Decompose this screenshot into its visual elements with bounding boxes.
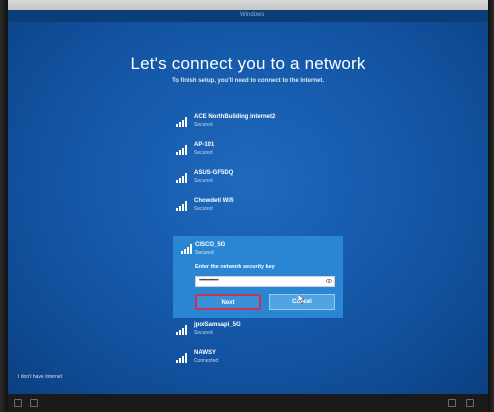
network-name: NAWSY (194, 350, 217, 356)
network-name: AP-101 (194, 142, 215, 148)
network-status: Connected (194, 358, 219, 364)
wifi-signal-icon (176, 353, 187, 363)
no-internet-link[interactable]: I don't have Internet (18, 374, 62, 380)
wifi-signal-icon (176, 325, 187, 335)
setup-screen: Windows Let's connect you to a network T… (8, 10, 488, 394)
network-name: ACE NorthBuilding internet2 (194, 114, 276, 120)
top-strip: Windows (8, 10, 488, 22)
page-subtitle: To finish setup, you'll need to connect … (172, 78, 324, 84)
network-item[interactable]: NAWSY Connected (168, 346, 368, 374)
wifi-signal-icon (176, 173, 187, 183)
network-name: jpoiSamsapi_5G (194, 322, 241, 328)
page-title: Let's connect you to a network (130, 54, 366, 73)
power-icon[interactable] (466, 399, 474, 407)
network-status: Secured (194, 330, 213, 336)
wifi-signal-icon (181, 244, 192, 254)
eye-icon[interactable] (326, 278, 332, 284)
selected-network-panel[interactable]: CISCO_5G Secured Enter the network secur… (173, 236, 343, 318)
monitor-bezel-left (0, 0, 8, 412)
security-key-input[interactable]: •••••••••••• (195, 276, 335, 287)
network-status: Secured (194, 206, 213, 212)
network-name: ASUS-GF5DQ (194, 170, 234, 176)
network-status: Secured (194, 178, 213, 184)
top-strip-label: Windows (240, 12, 265, 18)
wifi-signal-icon (176, 201, 187, 211)
network-tray-icon[interactable] (448, 399, 456, 407)
network-item[interactable]: jpoiSamsapi_5G Secured (168, 318, 368, 346)
wifi-signal-icon (176, 145, 187, 155)
network-status: Secured (194, 150, 213, 156)
monitor-bezel-right (488, 0, 494, 412)
network-status: Secured (194, 122, 213, 128)
security-key-value: •••••••••••• (199, 278, 219, 284)
network-name: Chowdeti Wifi (194, 198, 234, 204)
network-list: ACE NorthBuilding internet2 Secured AP-1… (168, 110, 368, 222)
network-item[interactable]: ASUS-GF5DQ Secured (168, 166, 368, 194)
next-button[interactable]: Next (195, 294, 261, 310)
network-item[interactable]: ACE NorthBuilding internet2 Secured (168, 110, 368, 138)
security-key-label: Enter the network security key (195, 264, 275, 270)
mouse-cursor-icon (298, 294, 305, 304)
selected-network-name: CISCO_5G (195, 242, 226, 248)
selected-network-status: Secured (195, 250, 214, 256)
accessibility-icon[interactable] (14, 399, 22, 407)
network-item[interactable]: Chowdeti Wifi Secured (168, 194, 368, 222)
wifi-signal-icon (176, 117, 187, 127)
network-item[interactable]: AP-101 Secured (168, 138, 368, 166)
network-list-more: jpoiSamsapi_5G Secured NAWSY Connected (168, 318, 368, 374)
language-icon[interactable] (30, 399, 38, 407)
taskbar (8, 394, 488, 412)
